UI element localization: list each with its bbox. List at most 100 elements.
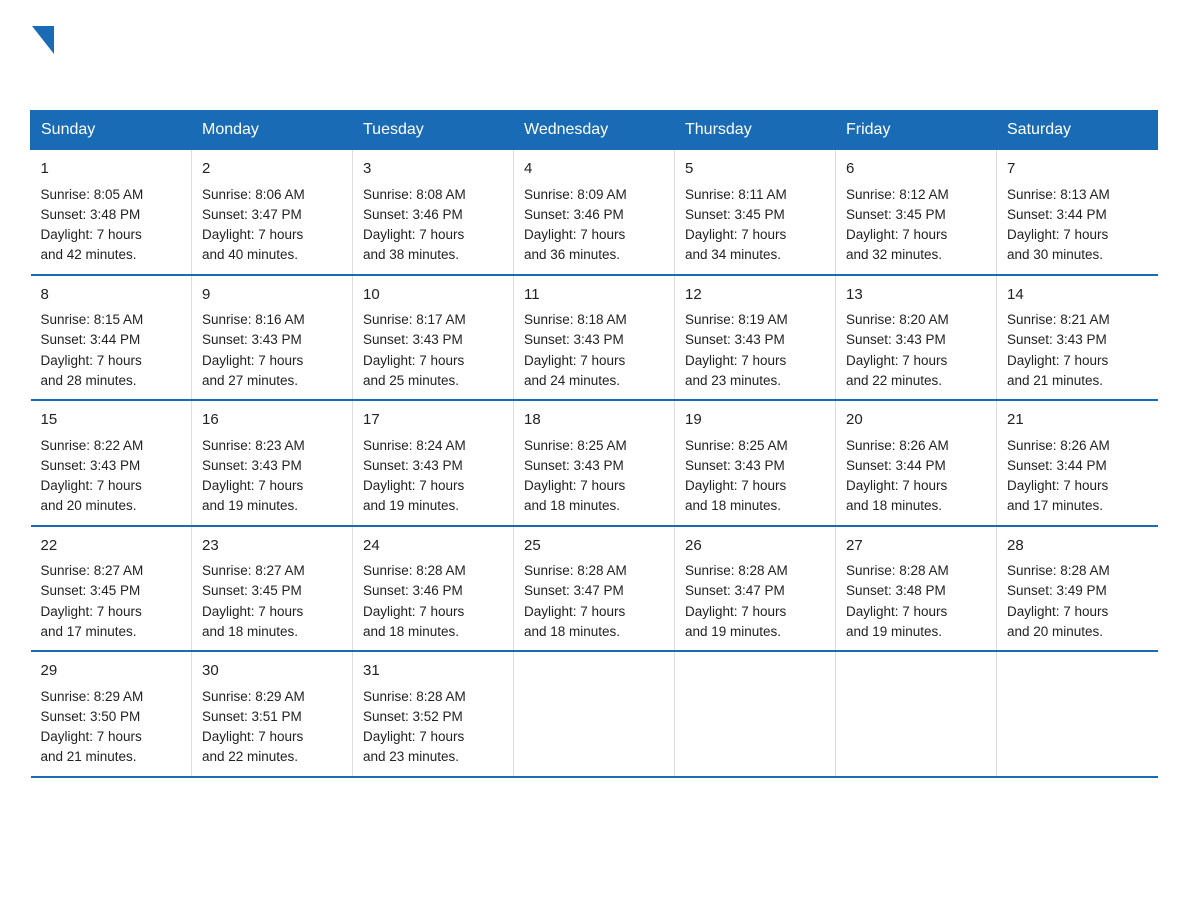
- day-info: Sunrise: 8:25 AMSunset: 3:43 PMDaylight:…: [524, 438, 627, 514]
- calendar-cell: 11Sunrise: 8:18 AMSunset: 3:43 PMDayligh…: [514, 275, 675, 401]
- calendar-cell: 21 Sunrise: 8:26 AMSunset: 3:44 PMDayligh…: [997, 400, 1158, 526]
- col-header-friday: Friday: [836, 111, 997, 150]
- calendar-cell: 13 Sunrise: 8:20 AMSunset: 3:43 PMDayligh…: [836, 275, 997, 401]
- calendar-cell: 5 Sunrise: 8:11 AMSunset: 3:45 PMDaylight…: [675, 150, 836, 275]
- day-info: Sunrise: 8:17 AMSunset: 3:43 PMDaylight:…: [363, 312, 466, 388]
- day-info: Sunrise: 8:25 AMSunset: 3:43 PMDaylight:…: [685, 438, 788, 514]
- calendar-cell: 29 Sunrise: 8:29 AMSunset: 3:50 PMDayligh…: [31, 651, 192, 777]
- day-number: 31: [363, 660, 503, 683]
- day-number: 8: [41, 284, 182, 307]
- day-info: Sunrise: 8:28 AMSunset: 3:47 PMDaylight:…: [685, 563, 788, 639]
- day-number: 12: [685, 284, 825, 307]
- day-number: 18: [524, 409, 664, 432]
- calendar-table: SundayMondayTuesdayWednesdayThursdayFrid…: [30, 110, 1158, 778]
- calendar-cell: 24 Sunrise: 8:28 AMSunset: 3:46 PMDayligh…: [353, 526, 514, 652]
- day-number: 2: [202, 158, 342, 181]
- calendar-cell: 1 Sunrise: 8:05 AMSunset: 3:48 PMDaylight…: [31, 150, 192, 275]
- day-number: 17: [363, 409, 503, 432]
- calendar-cell: 23 Sunrise: 8:27 AMSunset: 3:45 PMDayligh…: [192, 526, 353, 652]
- day-info: Sunrise: 8:28 AMSunset: 3:52 PMDaylight:…: [363, 689, 466, 765]
- day-number: 3: [363, 158, 503, 181]
- col-header-wednesday: Wednesday: [514, 111, 675, 150]
- page-header: [30, 20, 1158, 90]
- calendar-cell: 30 Sunrise: 8:29 AMSunset: 3:51 PMDayligh…: [192, 651, 353, 777]
- day-info: Sunrise: 8:19 AMSunset: 3:43 PMDaylight:…: [685, 312, 788, 388]
- day-number: 24: [363, 535, 503, 558]
- calendar-cell: 4 Sunrise: 8:09 AMSunset: 3:46 PMDaylight…: [514, 150, 675, 275]
- calendar-cell: 12 Sunrise: 8:19 AMSunset: 3:43 PMDayligh…: [675, 275, 836, 401]
- day-info: Sunrise: 8:11 AMSunset: 3:45 PMDaylight:…: [685, 187, 787, 263]
- day-number: 20: [846, 409, 986, 432]
- calendar-cell: [675, 651, 836, 777]
- day-info: Sunrise: 8:29 AMSunset: 3:50 PMDaylight:…: [41, 689, 144, 765]
- calendar-cell: 19 Sunrise: 8:25 AMSunset: 3:43 PMDayligh…: [675, 400, 836, 526]
- col-header-sunday: Sunday: [31, 111, 192, 150]
- day-number: 29: [41, 660, 182, 683]
- day-number: 4: [524, 158, 664, 181]
- day-number: 14: [1007, 284, 1148, 307]
- day-info: Sunrise: 8:26 AMSunset: 3:44 PMDaylight:…: [1007, 438, 1110, 514]
- day-info: Sunrise: 8:26 AMSunset: 3:44 PMDaylight:…: [846, 438, 949, 514]
- calendar-cell: 26 Sunrise: 8:28 AMSunset: 3:47 PMDayligh…: [675, 526, 836, 652]
- calendar-cell: 3 Sunrise: 8:08 AMSunset: 3:46 PMDaylight…: [353, 150, 514, 275]
- day-number: 11: [524, 284, 664, 307]
- calendar-cell: 8 Sunrise: 8:15 AMSunset: 3:44 PMDaylight…: [31, 275, 192, 401]
- day-number: 25: [524, 535, 664, 558]
- calendar-cell: 17 Sunrise: 8:24 AMSunset: 3:43 PMDayligh…: [353, 400, 514, 526]
- day-number: 22: [41, 535, 182, 558]
- day-number: 19: [685, 409, 825, 432]
- calendar-cell: 25Sunrise: 8:28 AMSunset: 3:47 PMDayligh…: [514, 526, 675, 652]
- day-info: Sunrise: 8:21 AMSunset: 3:43 PMDaylight:…: [1007, 312, 1110, 388]
- calendar-cell: 14 Sunrise: 8:21 AMSunset: 3:43 PMDayligh…: [997, 275, 1158, 401]
- calendar-cell: 18 Sunrise: 8:25 AMSunset: 3:43 PMDayligh…: [514, 400, 675, 526]
- logo-icon: [30, 20, 54, 90]
- day-info: Sunrise: 8:16 AMSunset: 3:43 PMDaylight:…: [202, 312, 305, 388]
- day-number: 21: [1007, 409, 1148, 432]
- day-number: 13: [846, 284, 986, 307]
- day-info: Sunrise: 8:15 AMSunset: 3:44 PMDaylight:…: [41, 312, 144, 388]
- day-number: 10: [363, 284, 503, 307]
- calendar-cell: 20 Sunrise: 8:26 AMSunset: 3:44 PMDayligh…: [836, 400, 997, 526]
- calendar-cell: 28Sunrise: 8:28 AMSunset: 3:49 PMDayligh…: [997, 526, 1158, 652]
- day-info: Sunrise: 8:09 AMSunset: 3:46 PMDaylight:…: [524, 187, 627, 263]
- day-number: 23: [202, 535, 342, 558]
- logo: [30, 20, 54, 90]
- day-number: 5: [685, 158, 825, 181]
- day-info: Sunrise: 8:24 AMSunset: 3:43 PMDaylight:…: [363, 438, 466, 514]
- calendar-week-row: 15Sunrise: 8:22 AMSunset: 3:43 PMDayligh…: [31, 400, 1158, 526]
- col-header-saturday: Saturday: [997, 111, 1158, 150]
- day-info: Sunrise: 8:06 AMSunset: 3:47 PMDaylight:…: [202, 187, 305, 263]
- calendar-cell: 22Sunrise: 8:27 AMSunset: 3:45 PMDayligh…: [31, 526, 192, 652]
- day-info: Sunrise: 8:28 AMSunset: 3:49 PMDaylight:…: [1007, 563, 1110, 639]
- day-info: Sunrise: 8:05 AMSunset: 3:48 PMDaylight:…: [41, 187, 144, 263]
- day-number: 9: [202, 284, 342, 307]
- calendar-cell: 6 Sunrise: 8:12 AMSunset: 3:45 PMDaylight…: [836, 150, 997, 275]
- calendar-cell: [836, 651, 997, 777]
- day-info: Sunrise: 8:20 AMSunset: 3:43 PMDaylight:…: [846, 312, 949, 388]
- calendar-cell: [997, 651, 1158, 777]
- calendar-cell: 16Sunrise: 8:23 AMSunset: 3:43 PMDayligh…: [192, 400, 353, 526]
- day-number: 7: [1007, 158, 1148, 181]
- calendar-week-row: 29 Sunrise: 8:29 AMSunset: 3:50 PMDayligh…: [31, 651, 1158, 777]
- day-info: Sunrise: 8:08 AMSunset: 3:46 PMDaylight:…: [363, 187, 466, 263]
- calendar-week-row: 22 Sunrise: 8:27 AMSunset: 3:45 PMDayligh…: [31, 526, 1158, 652]
- day-info: Sunrise: 8:22 AMSunset: 3:43 PMDaylight:…: [41, 438, 144, 514]
- col-header-thursday: Thursday: [675, 111, 836, 150]
- calendar-week-row: 1 Sunrise: 8:05 AMSunset: 3:48 PMDaylight…: [31, 150, 1158, 275]
- calendar-cell: 15Sunrise: 8:22 AMSunset: 3:43 PMDayligh…: [31, 400, 192, 526]
- day-info: Sunrise: 8:29 AMSunset: 3:51 PMDaylight:…: [202, 689, 305, 765]
- calendar-cell: 10 Sunrise: 8:17 AMSunset: 3:43 PMDayligh…: [353, 275, 514, 401]
- day-info: Sunrise: 8:13 AMSunset: 3:44 PMDaylight:…: [1007, 187, 1110, 263]
- day-number: 1: [41, 158, 182, 181]
- day-info: Sunrise: 8:23 AMSunset: 3:43 PMDaylight:…: [202, 438, 305, 514]
- day-info: Sunrise: 8:27 AMSunset: 3:45 PMDaylight:…: [202, 563, 305, 639]
- day-number: 30: [202, 660, 342, 683]
- day-number: 26: [685, 535, 825, 558]
- day-info: Sunrise: 8:12 AMSunset: 3:45 PMDaylight:…: [846, 187, 949, 263]
- day-number: 6: [846, 158, 986, 181]
- day-info: Sunrise: 8:28 AMSunset: 3:46 PMDaylight:…: [363, 563, 466, 639]
- calendar-cell: 31 Sunrise: 8:28 AMSunset: 3:52 PMDayligh…: [353, 651, 514, 777]
- day-info: Sunrise: 8:28 AMSunset: 3:48 PMDaylight:…: [846, 563, 949, 639]
- calendar-cell: 9 Sunrise: 8:16 AMSunset: 3:43 PMDaylight…: [192, 275, 353, 401]
- calendar-header-row: SundayMondayTuesdayWednesdayThursdayFrid…: [31, 111, 1158, 150]
